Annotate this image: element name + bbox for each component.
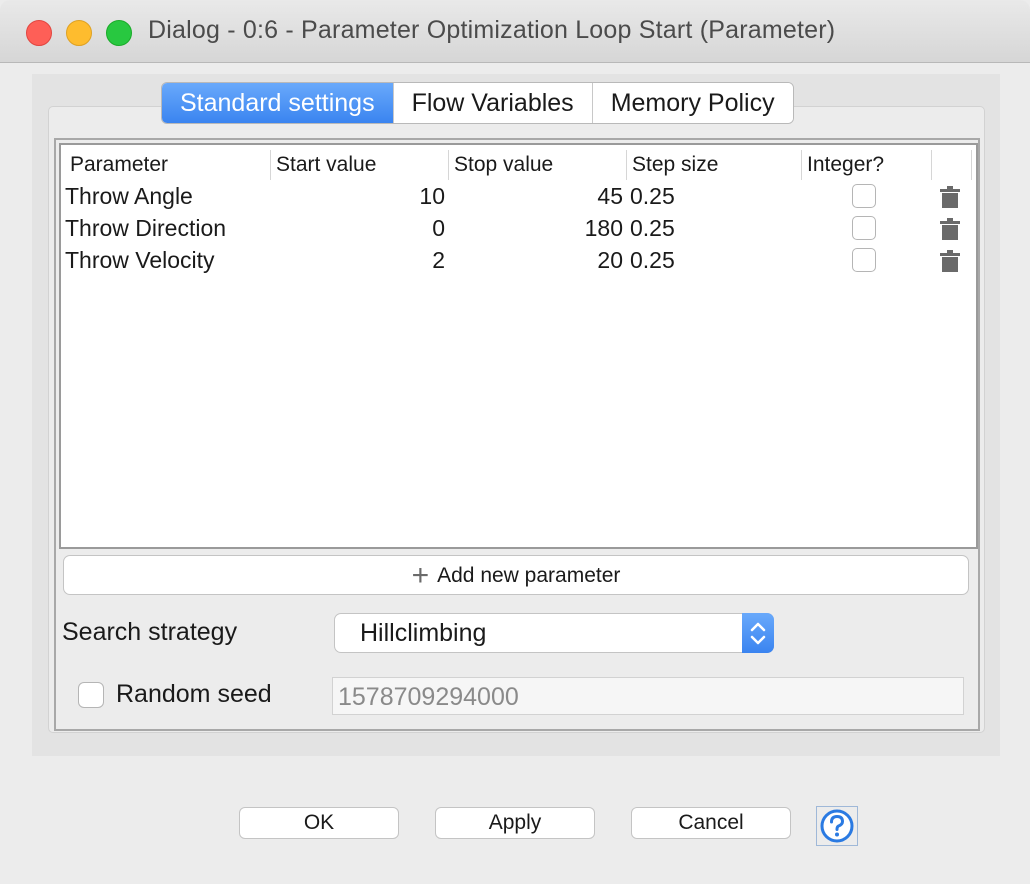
- dialog-body: Standard settings Flow Variables Memory …: [0, 63, 1030, 884]
- trash-icon[interactable]: [940, 218, 960, 240]
- select-stepper[interactable]: [742, 613, 774, 653]
- plus-icon: +: [411, 559, 430, 592]
- tab-bar: Standard settings Flow Variables Memory …: [161, 82, 794, 124]
- tab-flow-variables[interactable]: Flow Variables: [393, 83, 593, 123]
- trash-icon[interactable]: [940, 186, 960, 208]
- tab-standard-settings[interactable]: Standard settings: [162, 83, 394, 123]
- column-header-stop-value[interactable]: Stop value: [449, 150, 627, 180]
- trash-icon[interactable]: [940, 250, 960, 272]
- cancel-button[interactable]: Cancel: [631, 807, 791, 839]
- cell-parameter[interactable]: Throw Velocity: [65, 244, 271, 276]
- search-strategy-select[interactable]: Hillclimbing: [334, 613, 774, 653]
- ok-button[interactable]: OK: [239, 807, 399, 839]
- cell-start-value[interactable]: 10: [271, 180, 445, 212]
- cell-stop-value[interactable]: 45: [449, 180, 623, 212]
- cell-parameter[interactable]: Throw Angle: [65, 180, 271, 212]
- help-button[interactable]: [816, 806, 858, 846]
- add-new-parameter-button[interactable]: + Add new parameter: [63, 555, 969, 595]
- table-header: Parameter Start value Stop value Step si…: [65, 150, 972, 180]
- chevron-up-down-icon: [750, 622, 766, 645]
- minimize-window-button[interactable]: [66, 20, 92, 46]
- random-seed-input[interactable]: [333, 678, 940, 716]
- help-icon: [820, 809, 854, 843]
- search-strategy-label: Search strategy: [62, 618, 238, 646]
- cell-step-size[interactable]: 0.25: [627, 244, 797, 276]
- cell-stop-value[interactable]: 180: [449, 212, 623, 244]
- integer-checkbox[interactable]: [852, 184, 876, 208]
- integer-checkbox[interactable]: [852, 248, 876, 272]
- tab-memory-policy[interactable]: Memory Policy: [592, 83, 793, 123]
- title-bar: Dialog - 0:6 - Parameter Optimization Lo…: [0, 0, 1030, 63]
- apply-button[interactable]: Apply: [435, 807, 595, 839]
- column-header-parameter[interactable]: Parameter: [65, 150, 271, 180]
- table-row[interactable]: Throw Angle 10 45 0.25: [65, 180, 972, 212]
- add-button-label: Add new parameter: [437, 564, 621, 587]
- cell-stop-value[interactable]: 20: [449, 244, 623, 276]
- column-header-start-value[interactable]: Start value: [271, 150, 449, 180]
- table-row[interactable]: Throw Direction 0 180 0.25: [65, 212, 972, 244]
- table-row[interactable]: Throw Velocity 2 20 0.25: [65, 244, 972, 276]
- column-header-integer[interactable]: Integer?: [802, 150, 932, 180]
- column-header-step-size[interactable]: Step size: [627, 150, 802, 180]
- window-title: Dialog - 0:6 - Parameter Optimization Lo…: [148, 16, 836, 44]
- cell-step-size[interactable]: 0.25: [627, 180, 797, 212]
- cell-parameter[interactable]: Throw Direction: [65, 212, 271, 244]
- cell-start-value[interactable]: 0: [271, 212, 445, 244]
- maximize-window-button[interactable]: [106, 20, 132, 46]
- column-header-delete: [932, 150, 972, 180]
- parameter-table[interactable]: Parameter Start value Stop value Step si…: [59, 143, 978, 549]
- cell-start-value[interactable]: 2: [271, 244, 445, 276]
- random-seed-checkbox[interactable]: [78, 682, 104, 708]
- integer-checkbox[interactable]: [852, 216, 876, 240]
- random-seed-field[interactable]: [332, 677, 964, 716]
- random-seed-label[interactable]: Random seed: [116, 680, 272, 709]
- dialog-window: Dialog - 0:6 - Parameter Optimization Lo…: [0, 0, 1030, 884]
- close-window-button[interactable]: [26, 20, 52, 46]
- search-strategy-value: Hillclimbing: [360, 619, 487, 647]
- cell-step-size[interactable]: 0.25: [627, 212, 797, 244]
